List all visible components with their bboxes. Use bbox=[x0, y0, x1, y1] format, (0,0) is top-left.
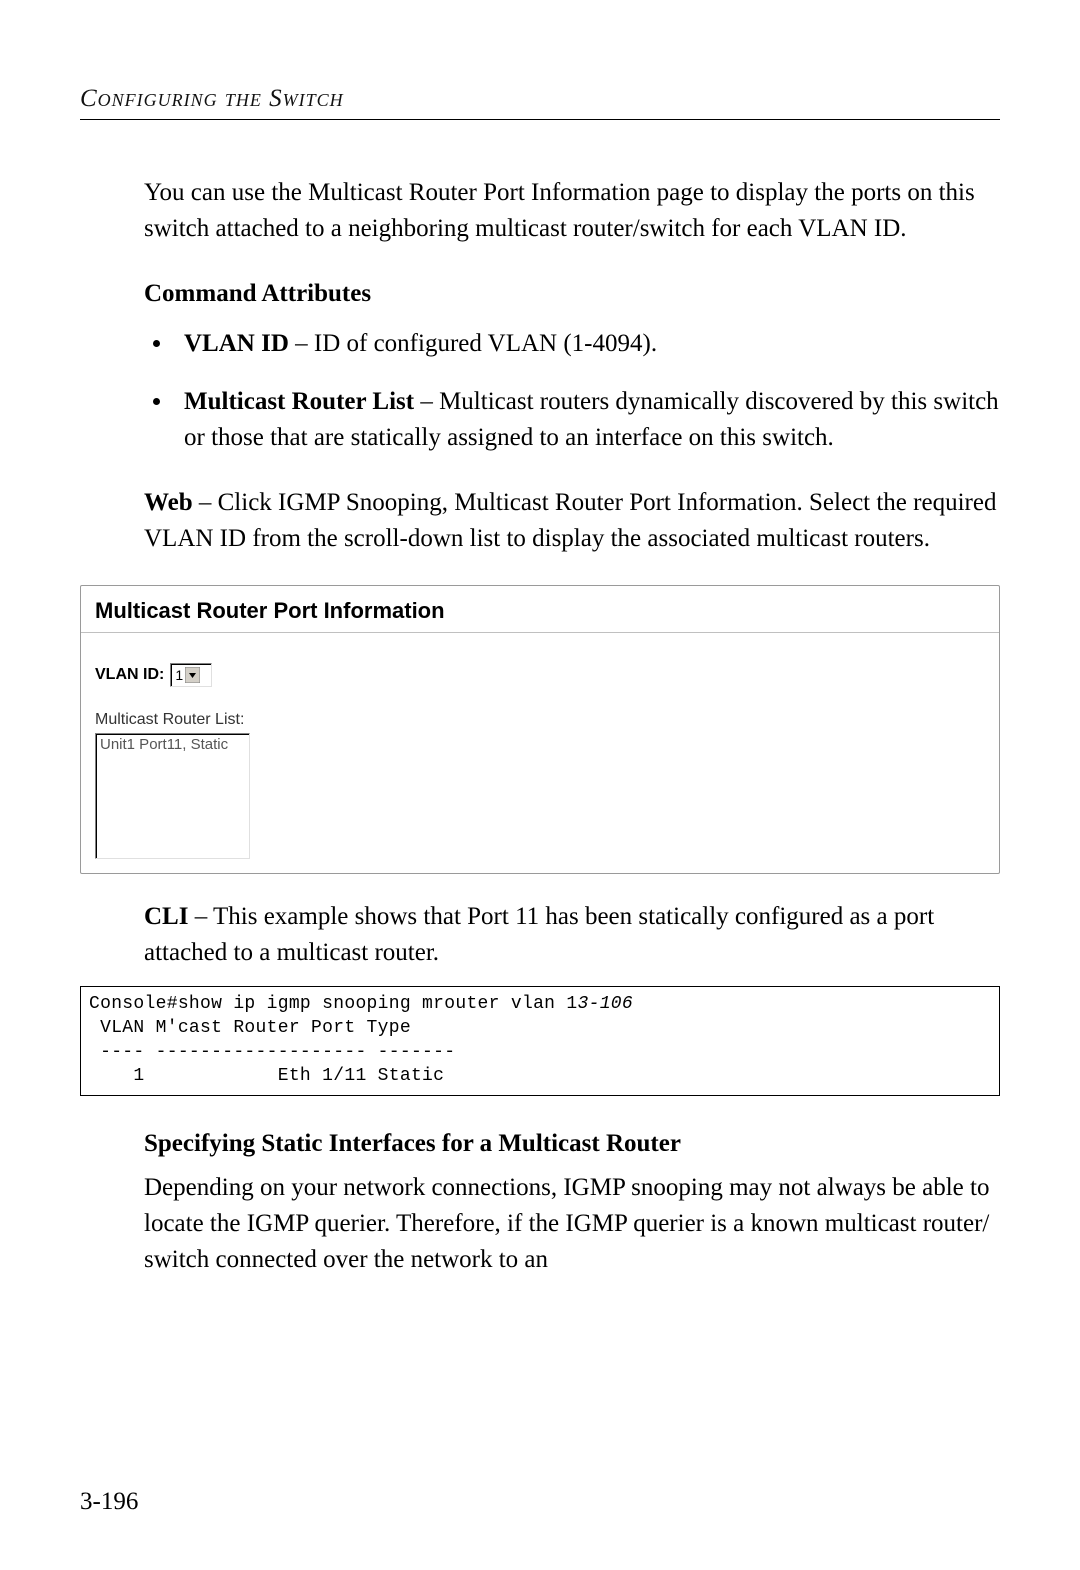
section-2-paragraph: Depending on your network connections, I… bbox=[144, 1170, 1000, 1279]
web-note: Web – Click IGMP Snooping, Multicast Rou… bbox=[144, 485, 1000, 558]
cli-output: Console#show ip igmp snooping mrouter vl… bbox=[80, 986, 1000, 1096]
term-cli: CLI bbox=[144, 903, 188, 930]
chevron-down-icon bbox=[185, 667, 200, 683]
section-2: Specifying Static Interfaces for a Multi… bbox=[144, 1126, 1000, 1279]
page-number: 3-196 bbox=[80, 1488, 138, 1516]
command-attributes-list: VLAN ID – ID of configured VLAN (1-4094)… bbox=[144, 326, 1000, 457]
list-item: Multicast Router List – Multicast router… bbox=[174, 384, 1000, 457]
cli-note-block: CLI – This example shows that Port 11 ha… bbox=[144, 899, 1000, 972]
desc-web: – Click IGMP Snooping, Multicast Router … bbox=[144, 489, 996, 552]
cli-line-1a: Console#show ip igmp snooping mrouter vl… bbox=[89, 994, 577, 1014]
desc-cli: – This example shows that Port 11 has be… bbox=[144, 903, 934, 966]
intro-paragraph: You can use the Multicast Router Port In… bbox=[144, 175, 1000, 248]
mrlist-box[interactable]: Unit1 Port11, Static bbox=[95, 733, 250, 859]
command-attributes-title: Command Attributes bbox=[144, 276, 1000, 312]
cli-line-3: ---- ------------------- ------- bbox=[89, 1042, 455, 1062]
webui-panel-body: VLAN ID: 1 Multicast Router List: Unit1 … bbox=[81, 633, 999, 873]
mrlist-item[interactable]: Unit1 Port11, Static bbox=[100, 736, 245, 753]
cli-line-2: VLAN M'cast Router Port Type bbox=[89, 1018, 411, 1038]
term-web: Web bbox=[144, 489, 193, 516]
section-2-title: Specifying Static Interfaces for a Multi… bbox=[144, 1126, 1000, 1162]
cli-note: CLI – This example shows that Port 11 ha… bbox=[144, 899, 1000, 972]
vlan-id-row: VLAN ID: 1 bbox=[95, 663, 985, 687]
page-container: Configuring the Switch You can use the M… bbox=[0, 0, 1080, 1570]
desc-vlan-id: – ID of configured VLAN (1-4094). bbox=[289, 330, 657, 357]
vlan-id-value: 1 bbox=[175, 667, 185, 683]
list-item: VLAN ID – ID of configured VLAN (1-4094)… bbox=[174, 326, 1000, 362]
webui-title-wrap: Multicast Router Port Information bbox=[81, 586, 999, 633]
running-header: Configuring the Switch bbox=[80, 85, 1000, 113]
webui-panel: Multicast Router Port Information VLAN I… bbox=[80, 585, 1000, 874]
body-text: You can use the Multicast Router Port In… bbox=[144, 175, 1000, 557]
webui-panel-title: Multicast Router Port Information bbox=[95, 598, 985, 624]
cli-line-1b: 3-106 bbox=[577, 994, 633, 1014]
vlan-id-select[interactable]: 1 bbox=[170, 663, 212, 687]
cli-line-4: 1 Eth 1/11 Static bbox=[89, 1066, 444, 1086]
header-rule bbox=[80, 119, 1000, 120]
term-vlan-id: VLAN ID bbox=[184, 330, 289, 357]
term-mrlist: Multicast Router List bbox=[184, 388, 414, 415]
vlan-id-label: VLAN ID: bbox=[95, 666, 164, 684]
mrlist-label: Multicast Router List: bbox=[95, 711, 985, 729]
